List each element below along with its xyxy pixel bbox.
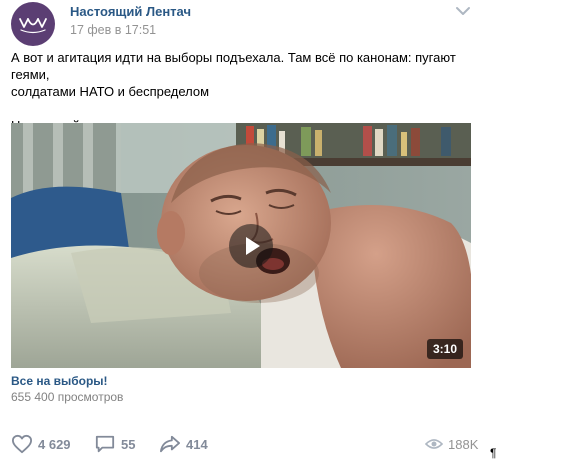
video-title[interactable]: Все на выборы! [11,374,108,388]
comment-button[interactable]: 55 [94,432,135,456]
comment-icon [95,435,115,453]
video-player[interactable]: 3:10 [11,123,471,368]
play-button[interactable] [229,224,273,268]
post-text: А вот и агитация идти на выборы подъехал… [11,49,481,134]
eye-icon [425,439,443,449]
post-date[interactable]: 17 фев в 17:51 [70,23,156,37]
post-text-line: А вот и агитация идти на выборы подъехал… [11,50,456,82]
heart-icon [12,434,32,454]
comment-count: 55 [121,436,136,452]
author-name[interactable]: Настоящий Лентач [70,4,191,19]
share-arrow-icon [160,435,180,453]
wall-post: Настоящий Лентач 17 фев в 17:51 А вот и … [0,0,572,460]
video-views: 655 400 просмотров [11,390,124,404]
views-count: 188K [448,436,479,452]
video-duration: 3:10 [426,339,463,359]
chevron-down-icon [456,7,470,15]
views-counter: 188K [425,432,478,456]
post-text-line: солдатами НАТО и беспределом [11,84,210,99]
share-count: 414 [186,436,208,452]
play-icon [246,237,260,255]
like-button[interactable]: 4 629 [11,432,71,456]
like-count: 4 629 [38,436,71,452]
author-avatar[interactable] [11,2,55,46]
editor-paragraph-mark: ¶ [490,446,497,460]
lentach-logo-icon [19,18,47,34]
share-button[interactable]: 414 [159,432,208,456]
post-menu-button[interactable] [453,4,473,18]
